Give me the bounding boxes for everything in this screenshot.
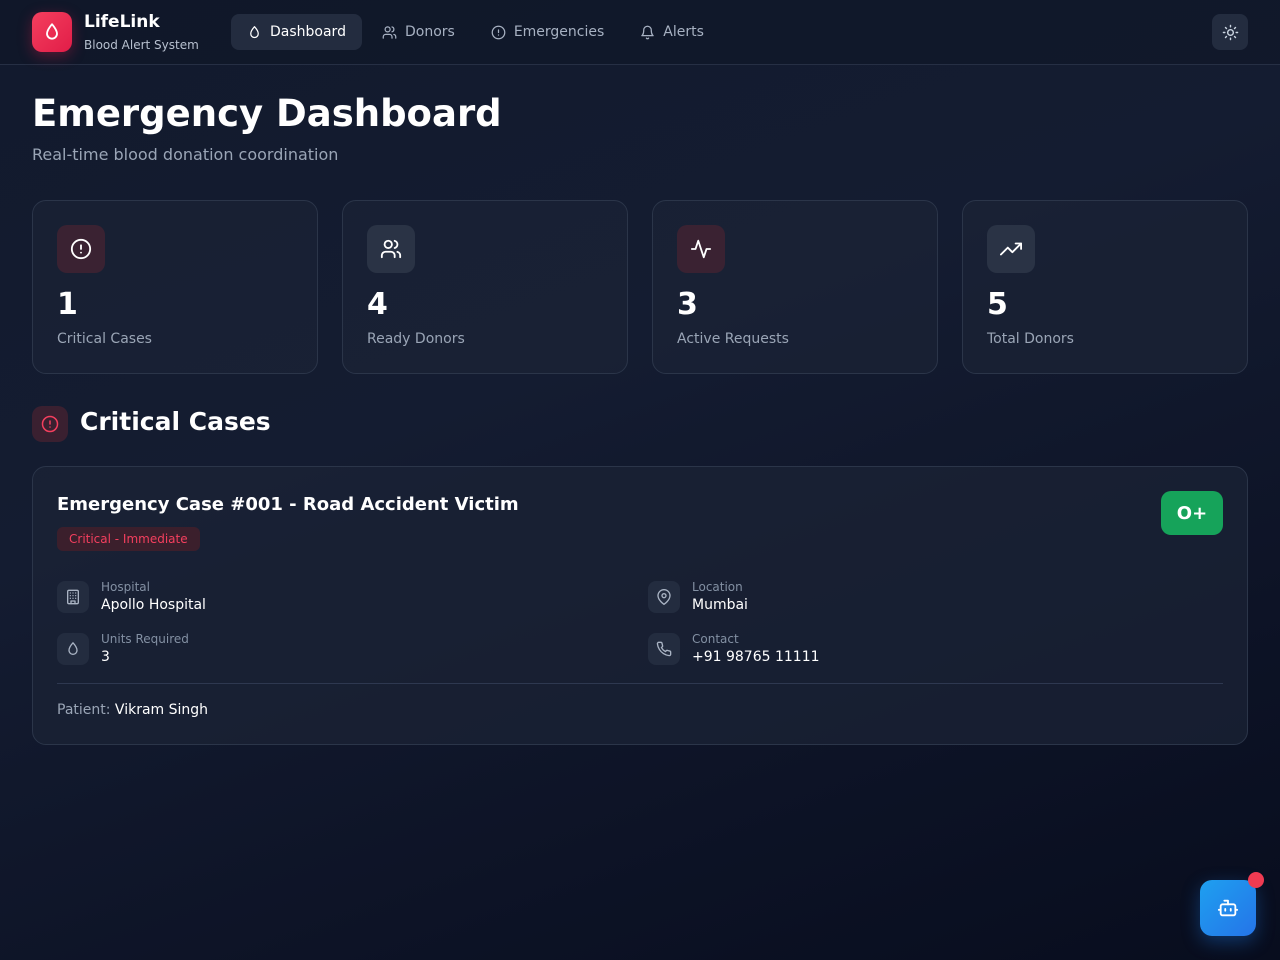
notification-dot <box>1248 872 1264 888</box>
phone-icon[interactable] <box>648 633 680 665</box>
stat-label: Active Requests <box>677 331 789 347</box>
patient-label: Patient: <box>57 702 111 718</box>
nav-dashboard-label: Dashboard <box>270 24 346 40</box>
main-nav: Dashboard Donors Emergencies Alerts <box>231 14 720 50</box>
nav-dashboard[interactable]: Dashboard <box>231 14 362 50</box>
location-label: Location <box>692 580 743 594</box>
nav-donors[interactable]: Donors <box>366 14 471 50</box>
nav-emergencies-label: Emergencies <box>513 24 605 40</box>
page-title: Emergency Dashboard <box>32 92 502 135</box>
section-title: Critical Cases <box>80 407 271 436</box>
contact-label: Contact <box>692 632 739 646</box>
case-title: Emergency Case #001 - Road Accident Vict… <box>57 494 519 515</box>
nav-alerts[interactable]: Alerts <box>624 14 720 50</box>
users-icon <box>367 225 415 273</box>
stat-label: Ready Donors <box>367 331 465 347</box>
nav-alerts-label: Alerts <box>663 24 704 40</box>
alert-circle-icon <box>32 406 68 442</box>
building-icon <box>57 581 89 613</box>
emergency-case-card[interactable]: Emergency Case #001 - Road Accident Vict… <box>32 466 1248 745</box>
stat-card-ready-donors[interactable]: 4 Ready Donors <box>342 200 628 374</box>
brand-subtitle: Blood Alert System <box>84 38 199 52</box>
status-badge: Critical - Immediate <box>57 527 200 551</box>
location-value: Mumbai <box>692 597 748 613</box>
page-subtitle: Real-time blood donation coordination <box>32 145 339 164</box>
stat-value: 1 <box>57 287 78 322</box>
stat-label: Critical Cases <box>57 331 152 347</box>
stat-card-total-donors[interactable]: 5 Total Donors <box>962 200 1248 374</box>
stat-label: Total Donors <box>987 331 1074 347</box>
droplet-logo-icon[interactable] <box>32 12 72 52</box>
stat-value: 5 <box>987 287 1008 322</box>
stat-card-active-requests[interactable]: 3 Active Requests <box>652 200 938 374</box>
users-icon <box>382 25 397 39</box>
hospital-label: Hospital <box>101 580 150 594</box>
stat-card-critical-cases[interactable]: 1 Critical Cases <box>32 200 318 374</box>
assistant-button[interactable] <box>1200 880 1256 936</box>
hospital-value: Apollo Hospital <box>101 597 206 613</box>
stat-value: 3 <box>677 287 698 322</box>
activity-icon <box>677 225 725 273</box>
divider <box>57 683 1223 684</box>
alert-circle-icon <box>491 25 506 39</box>
contact-value[interactable]: +91 98765 11111 <box>692 649 820 665</box>
bell-icon <box>641 25 655 39</box>
nav-donors-label: Donors <box>404 24 455 40</box>
sun-icon <box>1222 24 1238 40</box>
droplet-icon <box>250 25 259 38</box>
brand-name: LifeLink <box>84 12 160 32</box>
top-navbar: LifeLink Blood Alert System Dashboard Do… <box>0 0 1280 65</box>
blood-type-badge: O+ <box>1161 491 1223 535</box>
trending-up-icon <box>987 225 1035 273</box>
bot-icon <box>1217 899 1239 917</box>
theme-toggle-button[interactable] <box>1212 14 1248 50</box>
units-value: 3 <box>101 649 110 665</box>
units-label: Units Required <box>101 632 189 646</box>
droplet-icon <box>57 633 89 665</box>
nav-emergencies[interactable]: Emergencies <box>475 14 620 50</box>
stat-value: 4 <box>367 287 388 322</box>
patient-name: Vikram Singh <box>114 702 209 718</box>
alert-circle-icon <box>57 225 105 273</box>
patient-info: Patient: Vikram Singh <box>57 702 208 718</box>
map-pin-icon <box>648 581 680 613</box>
